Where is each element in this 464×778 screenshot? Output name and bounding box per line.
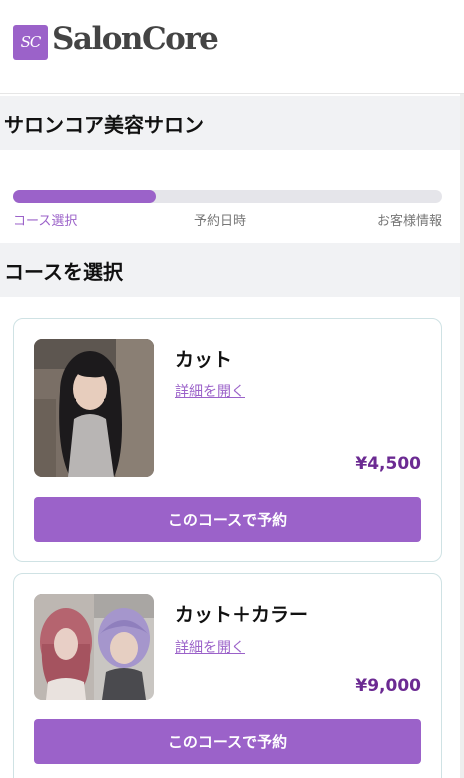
book-course-button[interactable]: このコースで予約 [34,719,421,764]
course-name: カット＋カラー [175,604,309,626]
course-name: カット [175,349,233,371]
progress-fill [13,190,156,203]
course-card: カット＋カラー 詳細を開く ¥9,000 このコースで予約 [13,573,442,778]
detail-link[interactable]: 詳細を開く [175,381,245,401]
step-customer-info: お客様情報 [376,214,442,229]
logo-text[interactable]: SalonCore [52,21,219,57]
logo-mark[interactable]: SC [13,25,48,60]
app-header: SC SalonCore [0,0,464,94]
course-price: ¥9,000 [355,676,421,696]
step-course-select: コース選択 [13,214,78,229]
section-header: コースを選択 [0,243,464,297]
course-price: ¥4,500 [355,454,421,474]
step-date-time: 予約日時 [194,214,247,229]
salon-name-bar: サロンコア美容サロン [0,96,464,150]
detail-link[interactable]: 詳細を開く [175,637,245,657]
course-image [34,339,154,477]
section-title: コースを選択 [4,260,123,284]
scrollbar-track[interactable] [460,94,464,778]
course-card: カット 詳細を開く ¥4,500 このコースで予約 [13,318,442,562]
salon-name: サロンコア美容サロン [4,113,204,137]
course-image [34,594,154,700]
progress-bar [13,190,442,203]
book-course-button[interactable]: このコースで予約 [34,497,421,542]
